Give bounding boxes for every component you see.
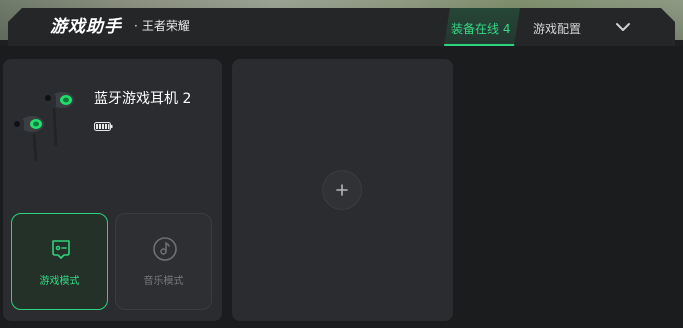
tab-game-config[interactable]: 游戏配置	[533, 20, 581, 37]
music-mode-button[interactable]: 音乐模式	[115, 213, 212, 310]
game-mode-button[interactable]: 游戏模式	[11, 213, 108, 310]
game-name: · 王者荣耀	[134, 17, 190, 34]
music-disc-icon	[152, 236, 178, 262]
active-tab-indicator	[444, 44, 520, 46]
game-assistant-panel: 游戏助手 · 王者荣耀 装备在线 4 游戏配置 蓝牙游戏耳机 2 游戏模式 音乐…	[0, 0, 683, 328]
battery-icon	[94, 116, 113, 131]
app-title: 游戏助手	[50, 17, 122, 37]
game-dot: ·	[134, 19, 138, 33]
game-mode-label: 游戏模式	[39, 276, 80, 287]
device-name: 蓝牙游戏耳机 2	[94, 91, 192, 107]
earbuds-image	[10, 86, 80, 162]
chevron-down-icon[interactable]	[612, 18, 634, 36]
add-device-button[interactable]	[322, 170, 362, 210]
music-mode-label: 音乐模式	[143, 276, 184, 287]
gamepad-icon	[48, 236, 74, 262]
tab-equipment-online-label[interactable]: 装备在线 4	[451, 20, 510, 37]
plus-icon	[336, 184, 348, 196]
game-name-label: 王者荣耀	[141, 19, 190, 33]
